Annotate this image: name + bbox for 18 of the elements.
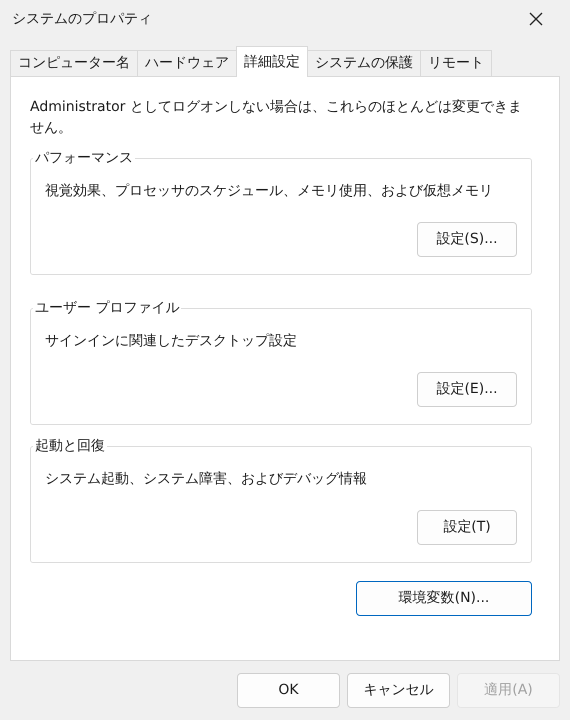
settings-button[interactable]: 設定(T)	[417, 510, 517, 545]
tab[interactable]: コンピューター名	[10, 50, 138, 76]
group-title: 起動と回復	[34, 439, 106, 453]
group-description: システム起動、システム障害、およびデバッグ情報	[45, 470, 368, 489]
dialog-button[interactable]: OK	[237, 673, 340, 708]
group-description: 視覚効果、プロセッサのスケジュール、メモリ使用、および仮想メモリ	[45, 182, 494, 201]
tab[interactable]: リモート	[420, 50, 492, 76]
settings-button[interactable]: 設定(E)...	[417, 372, 517, 407]
environment-variables-button[interactable]: 環境変数(N)...	[356, 581, 532, 616]
tab[interactable]: 詳細設定	[236, 46, 308, 77]
group-title: パフォーマンス	[34, 151, 134, 165]
close-icon	[529, 12, 543, 26]
dialog-button[interactable]: キャンセル	[347, 673, 450, 708]
group-title: ユーザー プロファイル	[34, 301, 180, 315]
settings-button[interactable]: 設定(S)...	[417, 222, 517, 257]
window-title: システムのプロパティ	[12, 10, 152, 28]
group-description: サインインに関連したデスクトップ設定	[45, 332, 298, 351]
notice-text: Administrator としてログオンしない場合は、これらのほとんどは変更できません。	[30, 98, 523, 138]
